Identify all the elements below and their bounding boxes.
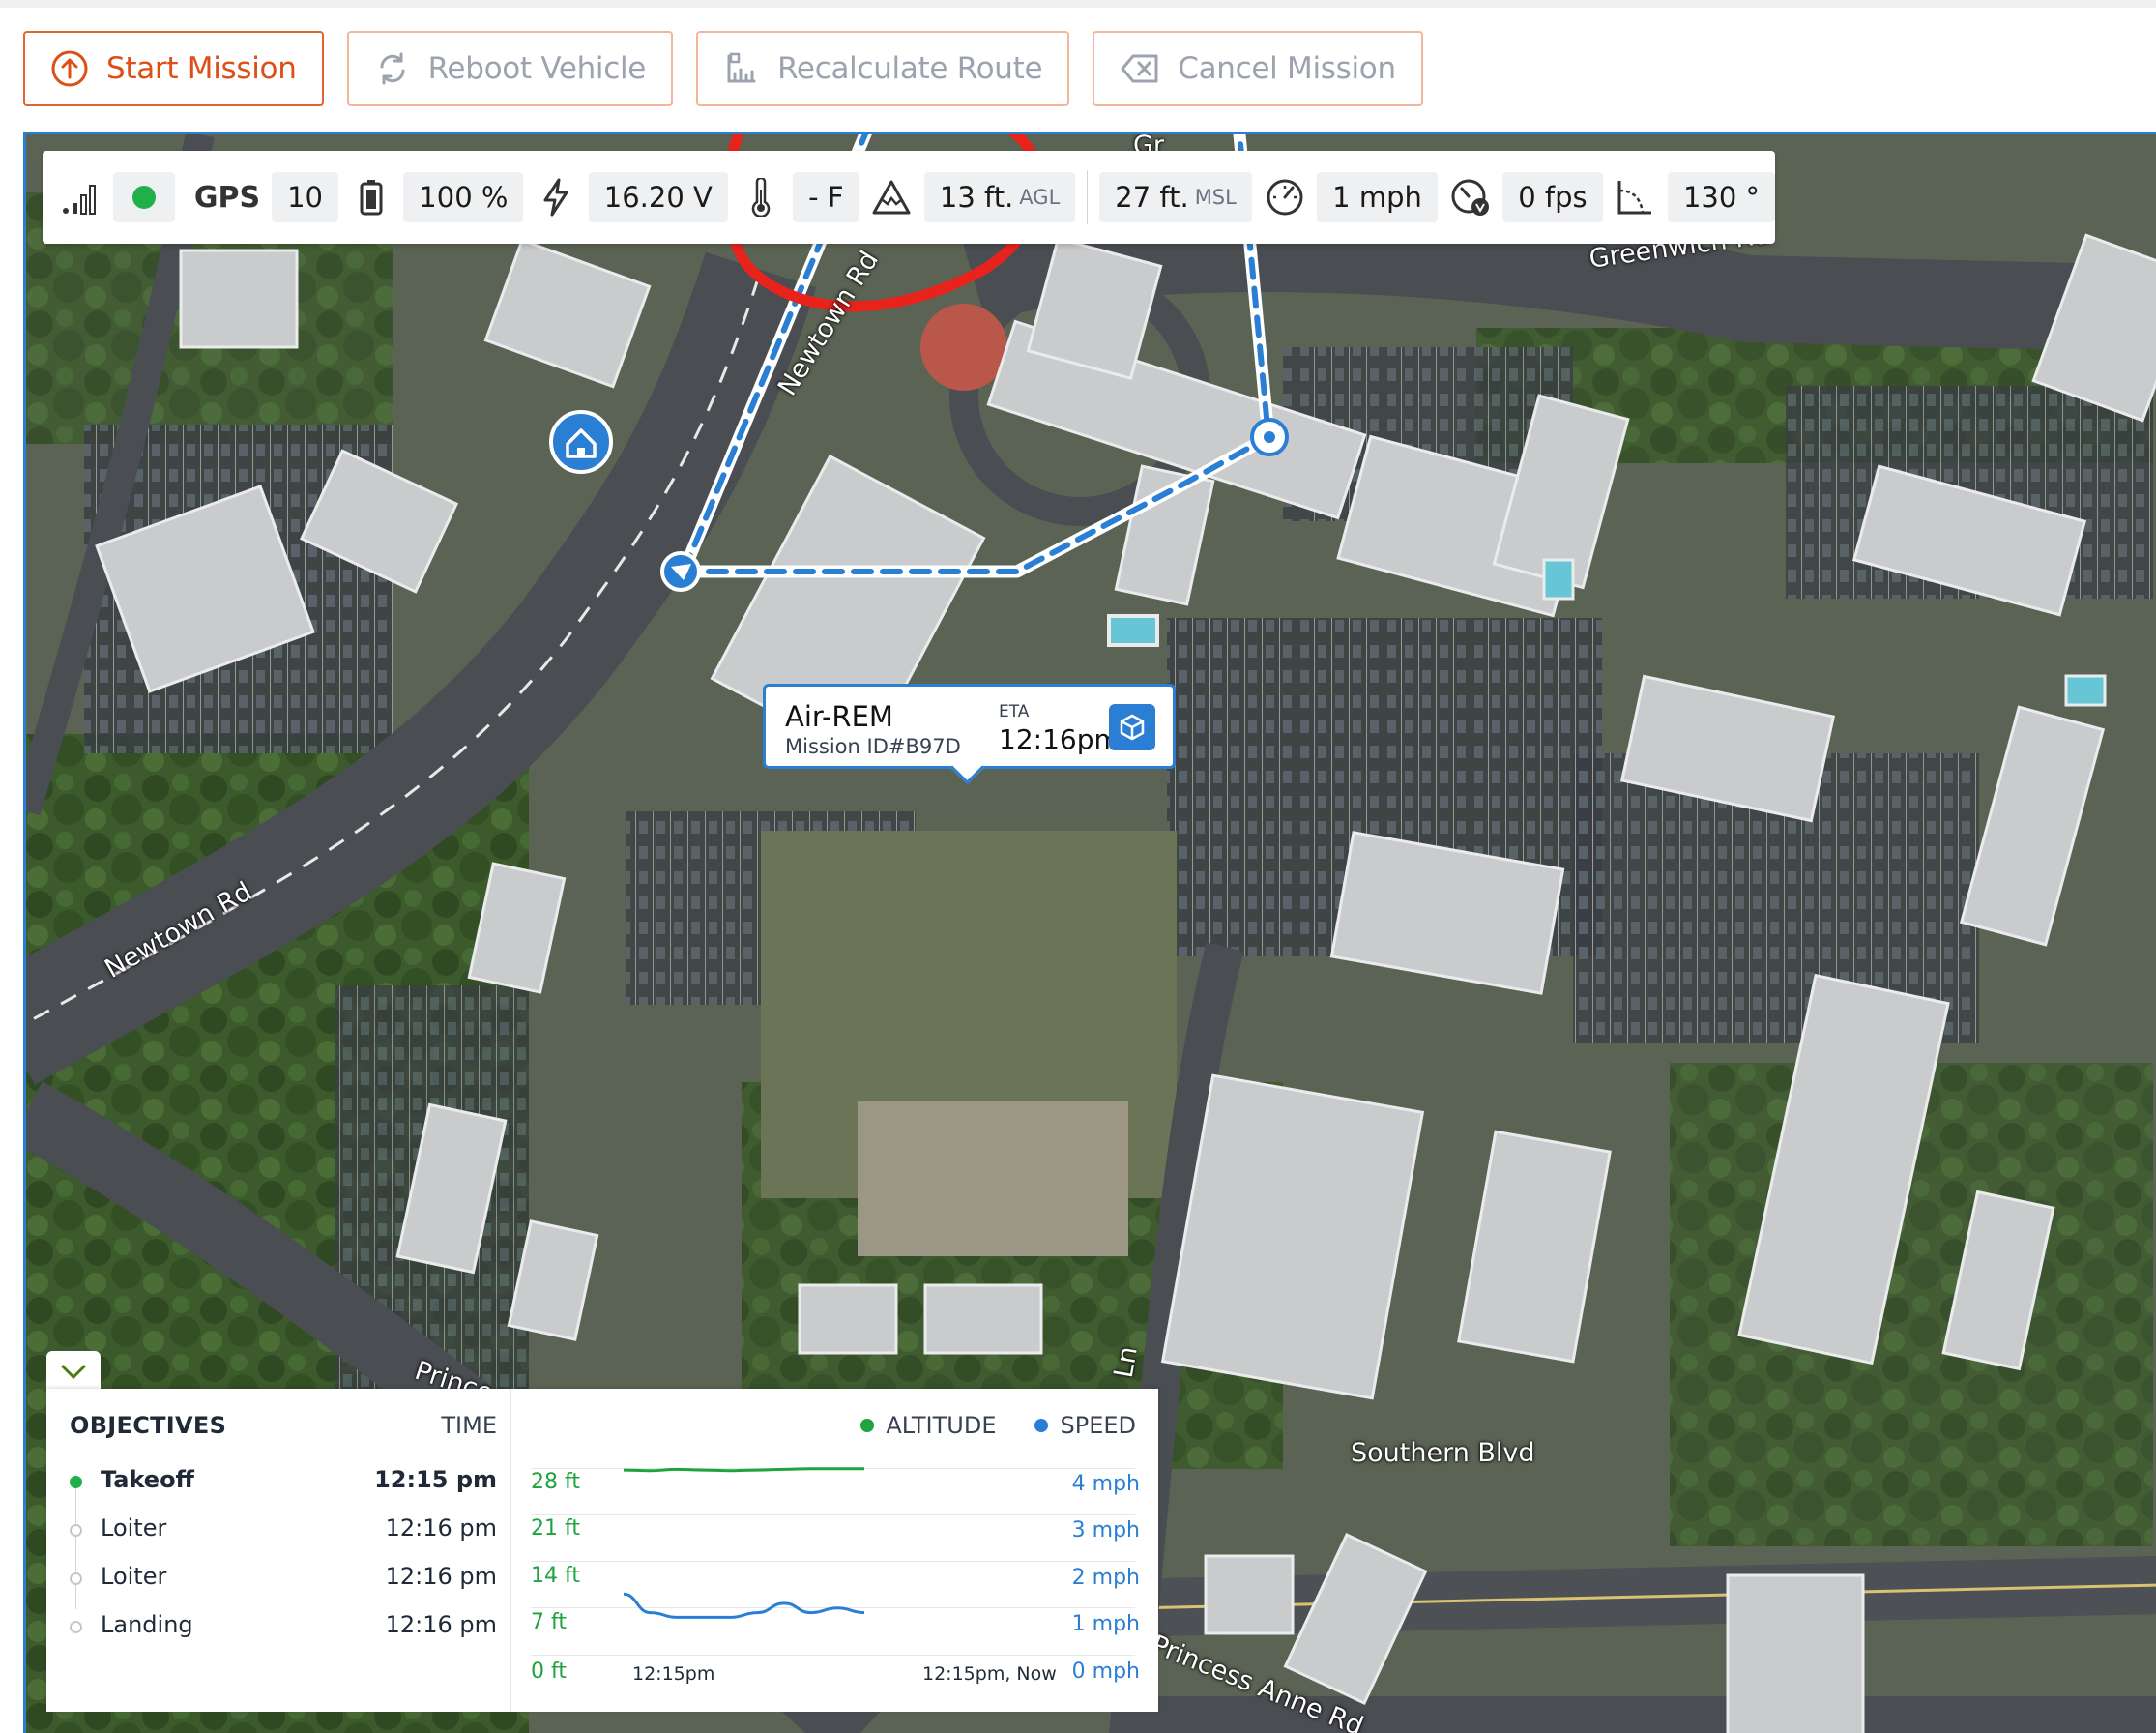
street-label-lane: Ln	[1108, 1344, 1144, 1381]
objective-status-dot	[70, 1476, 82, 1488]
cancel-mission-label: Cancel Mission	[1178, 51, 1396, 86]
mission-progress-panel: OBJECTIVES TIME Takeoff 12:15 pm Loiter …	[46, 1389, 1158, 1712]
vehicle-callout[interactable]: Air-REM Mission ID#B97D ETA 12:16pm	[763, 684, 1176, 769]
objectives-header: OBJECTIVES	[70, 1412, 227, 1439]
backspace-x-icon	[1121, 54, 1158, 83]
objective-name: Takeoff	[101, 1466, 194, 1493]
gps-satellite-count: 10	[272, 172, 338, 222]
heading-value: 130 °	[1667, 172, 1776, 222]
objective-status-dot	[70, 1524, 82, 1537]
eta-label: ETA	[999, 702, 1030, 721]
altitude-agl-unit: AGL	[1019, 186, 1061, 209]
objective-status-dot	[70, 1621, 82, 1633]
start-mission-label: Start Mission	[106, 51, 297, 86]
objective-name: Loiter	[101, 1514, 167, 1542]
mission-id: Mission ID#B97D	[785, 735, 961, 758]
objective-time: 12:15 pm	[374, 1466, 497, 1493]
thermometer-icon	[740, 176, 781, 219]
objective-name: Loiter	[101, 1563, 167, 1590]
objective-status-dot	[70, 1572, 82, 1585]
objective-time: 12:16 pm	[385, 1563, 497, 1590]
altitude-agl-value: 13 ft.	[939, 181, 1014, 214]
altitude-speed-chart: ALTITUDE SPEED 28 ft 21 ft 14 ft 7 ft 0 …	[510, 1389, 1159, 1712]
recalculate-route-label: Recalculate Route	[777, 51, 1043, 86]
voltage-value: 16.20 V	[588, 172, 728, 222]
objective-name: Landing	[101, 1611, 193, 1638]
street-label-southern-blvd: Southern Blvd	[1351, 1438, 1535, 1468]
recalculate-route-button[interactable]: Recalculate Route	[696, 31, 1070, 106]
altitude-series-line	[623, 1467, 864, 1473]
objective-item[interactable]: Loiter 12:16 pm	[46, 1559, 510, 1598]
vehicle-name: Air-REM	[785, 700, 893, 733]
chart-plot	[623, 1467, 865, 1619]
eta-time: 12:16pm	[999, 723, 1121, 755]
collapse-panel-button[interactable]	[46, 1351, 101, 1394]
telemetry-divider	[1087, 170, 1089, 224]
ground-speed: 1 mph	[1317, 172, 1438, 222]
heading-angle-icon	[1615, 176, 1656, 219]
gps-label: GPS	[193, 180, 261, 215]
status-dot	[132, 186, 157, 209]
speed-series-line	[623, 1592, 865, 1619]
cancel-mission-button[interactable]: Cancel Mission	[1093, 31, 1423, 106]
battery-percent: 100 %	[403, 172, 524, 222]
altitude-agl: 13 ft. AGL	[923, 172, 1076, 222]
chevron-down-icon	[61, 1365, 86, 1380]
signal-strength-icon	[60, 176, 102, 219]
altitude-msl-unit: MSL	[1194, 186, 1237, 209]
objectives-list: OBJECTIVES TIME Takeoff 12:15 pm Loiter …	[46, 1389, 510, 1712]
objective-time: 12:16 pm	[385, 1514, 497, 1542]
vertical-speed: 0 fps	[1502, 172, 1603, 222]
route-icon	[727, 52, 756, 83]
vehicle-details-button[interactable]	[1109, 704, 1155, 750]
battery-icon	[350, 176, 392, 219]
reboot-vehicle-label: Reboot Vehicle	[427, 51, 647, 86]
arrow-up-circle-icon	[51, 50, 88, 87]
top-strip	[0, 0, 2156, 8]
altitude-msl-value: 27 ft.	[1115, 181, 1189, 214]
altitude-mountain-icon	[871, 176, 913, 219]
telemetry-bar: GPS 10 100 % 16.20 V - F 13 ft. AGL 27 f…	[43, 151, 1776, 244]
objective-item[interactable]: Loiter 12:16 pm	[46, 1511, 510, 1549]
lightning-bolt-icon	[535, 176, 576, 219]
speedometer-icon	[1264, 176, 1305, 219]
reboot-vehicle-button[interactable]: Reboot Vehicle	[346, 31, 674, 106]
time-header: TIME	[441, 1412, 497, 1439]
start-mission-button[interactable]: Start Mission	[23, 31, 324, 106]
vertical-speed-icon	[1449, 176, 1491, 219]
mission-toolbar: Start Mission Reboot Vehicle Recalculate…	[23, 31, 1423, 106]
connection-status	[113, 172, 175, 222]
refresh-icon	[380, 52, 405, 85]
altitude-msl: 27 ft. MSL	[1099, 172, 1252, 222]
objective-item[interactable]: Takeoff 12:15 pm	[46, 1462, 510, 1501]
objective-item[interactable]: Landing 12:16 pm	[46, 1607, 510, 1646]
objective-time: 12:16 pm	[385, 1611, 497, 1638]
package-box-icon	[1120, 714, 1145, 741]
temperature-value: - F	[793, 172, 859, 222]
